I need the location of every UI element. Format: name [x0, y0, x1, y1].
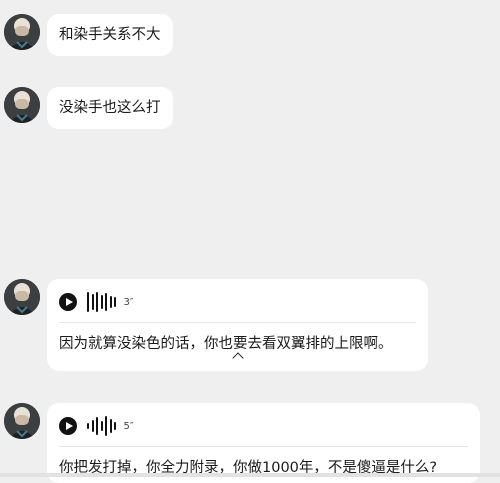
avatar-image: [4, 279, 40, 315]
message-bubble[interactable]: 和染手关系不大: [47, 14, 173, 56]
message-bubble[interactable]: 没染手也这么打: [47, 87, 173, 129]
voice-message-bubble[interactable]: 3″ 因为就算没染色的话，你也要去看双翼排的上限啊。: [47, 279, 428, 371]
play-icon[interactable]: [59, 293, 77, 311]
voice-duration: 5″: [123, 420, 134, 432]
bottom-bar: [0, 473, 500, 477]
voice-message-bubble[interactable]: 5″ 你把发打掉，你全力附录，你做1000年，不是傻逼是什么?: [47, 403, 480, 483]
voice-duration: 3″: [123, 296, 134, 308]
avatar-image: [4, 87, 40, 123]
message-text: 和染手关系不大: [59, 27, 161, 43]
message-text: 没染手也这么打: [59, 100, 161, 116]
voice-player: 3″: [59, 291, 134, 313]
avatar-image: [4, 14, 40, 50]
avatar[interactable]: [4, 403, 40, 439]
waveform-icon: [87, 291, 119, 313]
divider: [59, 322, 416, 323]
play-icon[interactable]: [59, 417, 77, 435]
voice-player: 5″: [59, 415, 134, 437]
avatar[interactable]: [4, 279, 40, 315]
chevron-up-icon[interactable]: [231, 351, 245, 361]
avatar-image: [4, 403, 40, 439]
avatar[interactable]: [4, 14, 40, 50]
voice-transcript: 因为就算没染色的话，你也要去看双翼排的上限啊。: [59, 336, 393, 352]
waveform-icon: [87, 415, 119, 437]
avatar[interactable]: [4, 87, 40, 123]
divider: [59, 446, 468, 447]
